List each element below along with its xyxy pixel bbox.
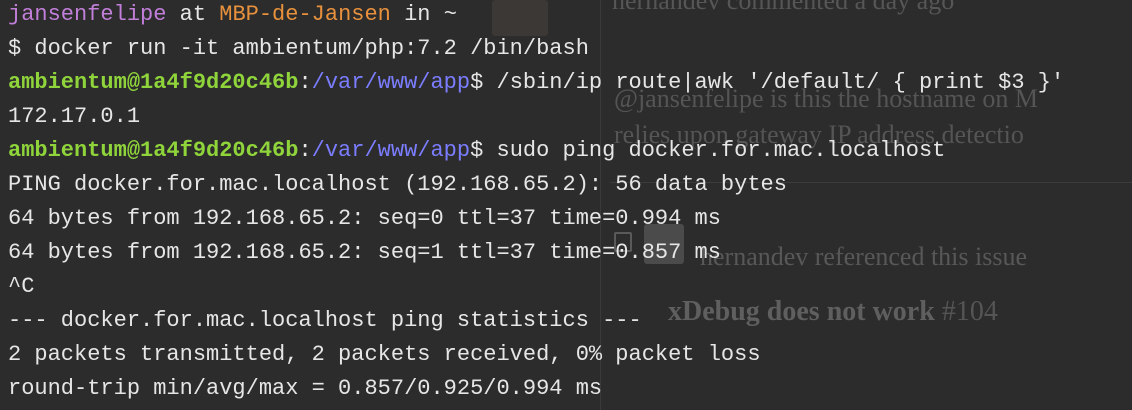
terminal-header-line: jansenfelipe at MBP-de-Jansen in ~ [8,0,1132,32]
terminal-output-line: PING docker.for.mac.localhost (192.168.6… [8,172,787,197]
terminal-window[interactable]: jansenfelipe at MBP-de-Jansen in ~ $ doc… [0,0,1132,410]
prompt-user: ambientum@1a4f9d20c46b [8,70,299,95]
prompt-command: $ /sbin/ip route|awk '/default/ { print … [470,70,1065,95]
terminal-output-line: 64 bytes from 192.168.65.2: seq=0 ttl=37… [8,206,721,231]
prompt-path: /var/www/app [311,70,471,95]
terminal-output-line: round-trip min/avg/max = 0.857/0.925/0.9… [8,376,603,401]
terminal-command-line: $ docker run -it ambientum/php:7.2 /bin/… [8,36,589,61]
terminal-output-line: ^C [8,274,35,299]
terminal-prompt-line: ambientum@1a4f9d20c46b:/var/www/app$ /sb… [8,66,1132,100]
terminal-output-line: 64 bytes from 192.168.65.2: seq=1 ttl=37… [8,240,721,265]
terminal-output-line: 172.17.0.1 [8,104,141,129]
prompt-separator: : [298,70,312,95]
prompt-command: $ sudo ping docker.for.mac.localhost [470,138,946,163]
header-at: at [166,2,220,27]
terminal-prompt-line: ambientum@1a4f9d20c46b:/var/www/app$ sud… [8,134,1132,168]
header-in: in [390,2,444,27]
screen: hernandev commented a day ago @jansenfel… [0,0,1132,410]
terminal-output-line: 2 packets transmitted, 2 packets receive… [8,342,761,367]
prompt-path: /var/www/app [311,138,471,163]
terminal-output-line: --- docker.for.mac.localhost ping statis… [8,308,642,333]
header-user: jansenfelipe [8,2,167,27]
prompt-separator: : [298,138,312,163]
header-host: MBP-de-Jansen [219,2,391,27]
prompt-user: ambientum@1a4f9d20c46b [8,138,299,163]
header-dir: ~ [443,2,457,27]
